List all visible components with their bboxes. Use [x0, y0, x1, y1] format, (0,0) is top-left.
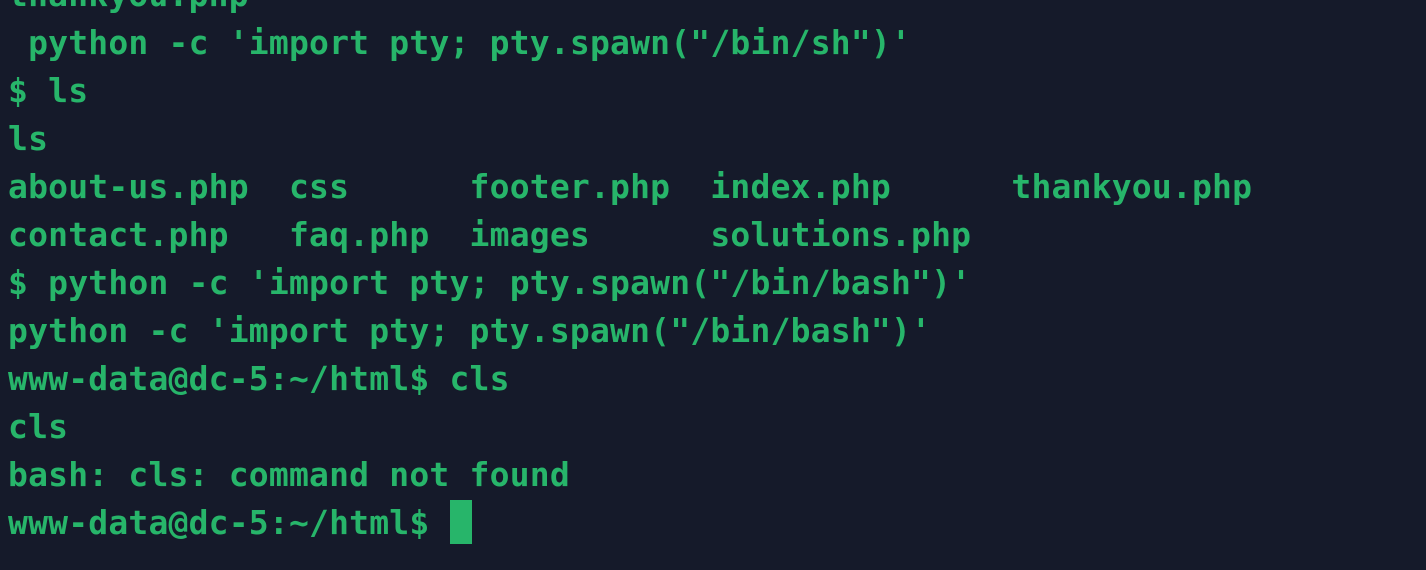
terminal-line-partial: thankyou.php [8, 0, 1252, 19]
terminal-line-python-sh: python -c 'import pty; pty.spawn("/bin/s… [8, 23, 912, 62]
shell-prompt: www-data@dc-5:~/html$ [8, 503, 450, 542]
terminal-line-python-bash-command: $ python -c 'import pty; pty.spawn("/bin… [8, 263, 972, 302]
terminal-line-ls-command: $ ls [8, 71, 89, 110]
terminal-input-line[interactable]: www-data@dc-5:~/html$ [8, 499, 1252, 547]
terminal-line-python-bash-echo: python -c 'import pty; pty.spawn("/bin/b… [8, 311, 932, 350]
terminal-line-file-list-2: contact.php faq.php images solutions.php [8, 215, 972, 254]
terminal-line-cls-echo: cls [8, 407, 69, 446]
terminal-line-cls-command: www-data@dc-5:~/html$ cls [8, 359, 510, 398]
terminal-window[interactable]: thankyou.php python -c 'import pty; pty.… [0, 0, 1426, 570]
terminal-line-file-list-1: about-us.php css footer.php index.php th… [8, 167, 1253, 206]
terminal-line-ls-echo: ls [8, 119, 49, 158]
terminal-line-error: bash: cls: command not found [8, 455, 570, 494]
text-cursor[interactable] [449, 500, 472, 544]
terminal-output: thankyou.php python -c 'import pty; pty.… [8, 0, 1252, 547]
